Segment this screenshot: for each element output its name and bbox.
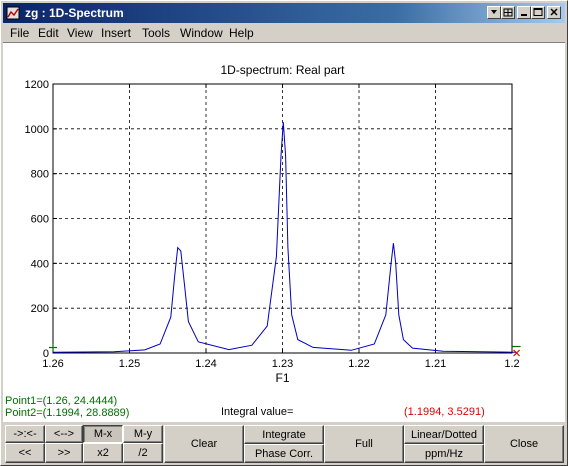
matlab-figure-icon xyxy=(6,6,20,20)
point1-readout: Point1=(1.26, 24.4444) xyxy=(5,395,118,407)
menu-edit[interactable]: Edit xyxy=(38,26,59,40)
maximize-button[interactable] xyxy=(531,6,545,19)
title-bar[interactable]: zg : 1D-Spectrum xyxy=(3,3,565,23)
full-button[interactable]: Full xyxy=(324,425,404,463)
chart-title: 1D-spectrum: Real part xyxy=(220,63,345,77)
minimize-icon xyxy=(521,14,527,16)
cursor-markers xyxy=(49,343,521,357)
menu-tools[interactable]: Tools xyxy=(142,26,170,40)
linear-dotted-button[interactable]: Linear/Dotted xyxy=(404,425,484,444)
my-button[interactable]: M-y xyxy=(123,425,163,443)
close-icon xyxy=(550,8,558,16)
next-button[interactable]: >> xyxy=(45,443,83,463)
x-tick-label: 1.23 xyxy=(272,358,293,370)
zoom-x2-button[interactable]: x2 xyxy=(83,443,123,463)
maximize-icon xyxy=(533,8,543,16)
menu-window[interactable]: Window xyxy=(180,26,223,40)
x-tick-label: 1.24 xyxy=(195,358,216,370)
window-title: zg : 1D-Spectrum xyxy=(25,6,124,20)
x-axis-label: F1 xyxy=(275,371,289,385)
menu-insert[interactable]: Insert xyxy=(101,26,131,40)
zoom-div2-button[interactable]: /2 xyxy=(123,443,163,463)
x-tick-label: 1.22 xyxy=(348,358,369,370)
point2-readout: Point2=(1.1994, 28.8889) xyxy=(5,407,130,419)
shift-right-button[interactable]: <--> xyxy=(45,425,83,443)
y-tick-label: 600 xyxy=(31,214,49,226)
close-window-button[interactable] xyxy=(547,6,561,19)
spectrum-chart[interactable]: 1.26 1.25 1.24 1.23 1.22 1.21 1.20200400600800… xyxy=(3,44,565,422)
phase-corr-button[interactable]: Phase Corr. xyxy=(244,444,324,463)
integral-value: (1.1994, 3.5291) xyxy=(404,406,485,418)
menu-help[interactable]: Help xyxy=(229,26,254,40)
figure-area: 1.26 1.25 1.24 1.23 1.22 1.21 1.2 0 200 400 600 800… xyxy=(3,44,565,422)
integrate-button[interactable]: Integrate xyxy=(244,425,324,444)
restore-small-button[interactable] xyxy=(501,6,515,19)
integral-label: Integral value= xyxy=(221,406,294,418)
y-tick-label: 200 xyxy=(31,303,49,315)
y-tick-label: 1200 xyxy=(25,79,49,91)
y-tick-label: 0 xyxy=(43,348,49,360)
y-tick-label: 1000 xyxy=(25,124,49,136)
x-tick-label: 1.21 xyxy=(425,358,446,370)
grid xyxy=(53,84,512,353)
y-tick-label: 400 xyxy=(31,258,49,270)
spectrum-line xyxy=(52,122,517,353)
dock-button[interactable] xyxy=(487,6,501,19)
series-layer xyxy=(52,122,517,353)
x-tick-label: 1.25 xyxy=(119,358,140,370)
spectrum-window: zg : 1D-Spectrum File Edit View Insert T… xyxy=(0,0,568,466)
menu-view[interactable]: View xyxy=(67,26,93,40)
y-tick-label: 800 xyxy=(31,169,49,181)
x-tick-label: 1.2 xyxy=(504,358,519,370)
menu-bar: File Edit View Insert Tools Window Help xyxy=(3,23,565,42)
close-button[interactable]: Close xyxy=(484,425,564,463)
mx-button[interactable]: M-x xyxy=(83,425,123,443)
shift-left-button[interactable]: ->:<- xyxy=(5,425,45,443)
prev-button[interactable]: << xyxy=(5,443,45,463)
minimize-button[interactable] xyxy=(517,6,531,19)
axis-ticks: 1.26 1.25 1.24 1.23 1.22 1.21 1.20200400600800… xyxy=(25,79,520,370)
clear-button[interactable]: Clear xyxy=(164,425,244,463)
dock-arrow-icon xyxy=(491,10,497,14)
grid-icon xyxy=(503,8,513,17)
menu-file[interactable]: File xyxy=(10,26,29,40)
ppm-hz-button[interactable]: ppm/Hz xyxy=(404,444,484,463)
